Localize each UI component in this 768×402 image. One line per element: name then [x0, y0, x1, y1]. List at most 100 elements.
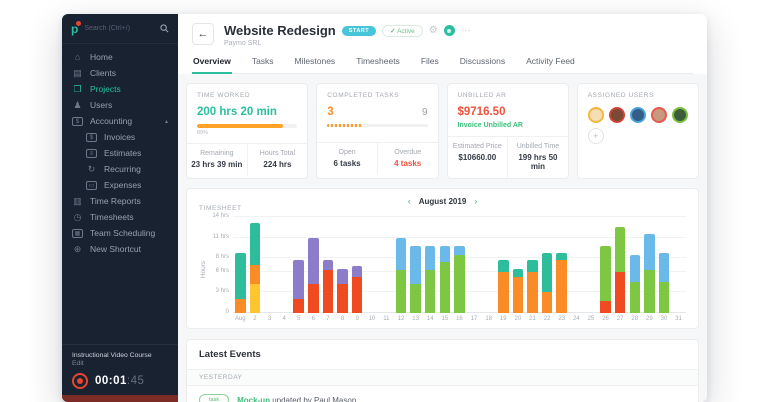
bar-segment-orange[interactable] [249, 265, 261, 285]
bar-8[interactable] [337, 269, 348, 313]
next-month-icon[interactable]: › [474, 197, 477, 206]
invoice-unbilled-link[interactable]: Invoice Unbilled AR [458, 122, 558, 129]
bar-13[interactable] [410, 245, 421, 313]
bar-segment-green[interactable] [454, 254, 465, 313]
tab-activity-feed[interactable]: Activity Feed [525, 56, 576, 73]
bar-segment-green[interactable] [658, 282, 670, 313]
bar-segment-blue[interactable] [629, 254, 641, 283]
bar-segment-orange[interactable] [512, 276, 524, 313]
bar-segment-teal[interactable] [249, 222, 261, 266]
bar-segment-teal[interactable] [556, 252, 567, 260]
avatar[interactable] [608, 107, 625, 123]
tab-overview[interactable]: Overview [192, 56, 232, 74]
tab-tasks[interactable]: Tasks [251, 56, 275, 73]
sidebar-item-new-shortcut[interactable]: ⊕ New Shortcut [62, 241, 178, 257]
bar-5[interactable] [293, 259, 304, 313]
bar-segment-green[interactable] [410, 284, 421, 313]
tab-discussions[interactable]: Discussions [459, 56, 506, 73]
bar-segment-red[interactable] [322, 269, 334, 313]
bar-segment-red[interactable] [293, 299, 304, 313]
bar-segment-blue[interactable] [644, 234, 655, 270]
bar-segment-teal[interactable] [235, 252, 246, 300]
project-color-icon[interactable] [443, 25, 455, 36]
bar-segment-purple[interactable] [337, 269, 348, 285]
bar-segment-purple[interactable] [293, 259, 304, 300]
bar-20[interactable] [512, 269, 524, 313]
avatar[interactable] [650, 107, 667, 123]
bar-23[interactable] [556, 252, 567, 313]
bar-segment-orange[interactable] [527, 271, 538, 313]
bar-6[interactable] [308, 238, 319, 313]
bar-segment-purple[interactable] [308, 238, 319, 285]
bar-segment-blue[interactable] [410, 245, 421, 285]
tab-milestones[interactable]: Milestones [294, 56, 337, 73]
sidebar-item-expenses[interactable]: ▭ Expenses [62, 177, 178, 193]
bar-segment-red[interactable] [351, 276, 363, 313]
bar-segment-orange[interactable] [556, 259, 567, 313]
bar-19[interactable] [498, 259, 509, 313]
bar-segment-green[interactable] [395, 269, 407, 313]
bar-segment-purple[interactable] [351, 265, 363, 277]
bar-segment-blue[interactable] [424, 245, 436, 270]
bar-segment-blue[interactable] [395, 238, 407, 270]
bar-segment-green[interactable] [439, 261, 451, 313]
search-input[interactable]: Search (Ctrl+/) [84, 25, 154, 32]
bar-segment-green[interactable] [424, 269, 436, 313]
bar-30[interactable] [658, 252, 670, 313]
bar-27[interactable] [614, 226, 626, 313]
bar-segment-teal[interactable] [512, 269, 524, 277]
sidebar-item-estimates[interactable]: ≡ Estimates [62, 145, 178, 161]
sidebar-item-users[interactable]: ♟ Users [62, 97, 178, 113]
bar-segment-orange[interactable] [541, 292, 553, 313]
timer-task-action[interactable]: Edit [72, 360, 168, 367]
bar-2[interactable] [249, 222, 261, 313]
bar-segment-green[interactable] [614, 226, 626, 272]
gear-icon[interactable]: ⚙ [429, 25, 438, 36]
bar-segment-blue[interactable] [658, 252, 670, 283]
tab-timesheets[interactable]: Timesheets [355, 56, 401, 73]
sidebar-item-accounting[interactable]: $ Accounting ▴ [62, 113, 178, 129]
sidebar-item-home[interactable]: ⌂ Home [62, 49, 178, 65]
bar-9[interactable] [351, 265, 363, 313]
avatar[interactable] [671, 107, 688, 123]
sidebar-item-clients[interactable]: ▤ Clients [62, 65, 178, 81]
bar-15[interactable] [439, 245, 451, 313]
tab-files[interactable]: Files [420, 56, 440, 73]
record-stop-icon[interactable] [72, 373, 88, 389]
add-user-button[interactable]: + [587, 128, 604, 144]
bar-segment-teal[interactable] [527, 259, 538, 272]
bar-segment-red[interactable] [308, 284, 319, 313]
bar-segment-green[interactable] [644, 269, 655, 313]
bar-28[interactable] [629, 254, 641, 313]
search-bar[interactable]: p Search (Ctrl+/) [62, 14, 178, 44]
sidebar-item-timesheets[interactable]: ◷ Timesheets [62, 209, 178, 225]
sidebar-item-time-reports[interactable]: ▥ Time Reports [62, 193, 178, 209]
bar-segment-blue[interactable] [439, 245, 451, 262]
bar-segment-teal[interactable] [498, 259, 509, 272]
bar-7[interactable] [322, 259, 334, 313]
back-button[interactable]: ← [192, 23, 214, 45]
avatar[interactable] [587, 107, 604, 123]
bar-segment-orange[interactable] [498, 271, 509, 313]
bar-16[interactable] [454, 245, 465, 313]
sidebar-item-team-scheduling[interactable]: ▦ Team Scheduling [62, 225, 178, 241]
bar-segment-orange[interactable] [235, 299, 246, 313]
more-icon[interactable]: ··· [461, 25, 471, 36]
prev-month-icon[interactable]: ‹ [408, 197, 411, 206]
bar-segment-red[interactable] [600, 300, 611, 313]
bar-22[interactable] [541, 252, 553, 313]
chevron-up-icon[interactable]: ▴ [165, 118, 168, 125]
event-task-link[interactable]: Mock-up [237, 396, 270, 402]
bar-segment-purple[interactable] [322, 259, 334, 270]
bar-14[interactable] [424, 245, 436, 313]
timer-stop-bar[interactable] [62, 395, 178, 402]
bar-29[interactable] [644, 234, 655, 313]
bar-21[interactable] [527, 259, 538, 313]
bar-aug[interactable] [235, 252, 246, 313]
bar-segment-yellow[interactable] [249, 284, 261, 313]
status-badge[interactable]: ✓ Active [382, 24, 423, 37]
sidebar-item-recurring[interactable]: ↻ Recurring [62, 161, 178, 177]
bar-26[interactable] [600, 245, 611, 313]
sidebar-item-invoices[interactable]: $ Invoices [62, 129, 178, 145]
bar-12[interactable] [395, 238, 407, 313]
